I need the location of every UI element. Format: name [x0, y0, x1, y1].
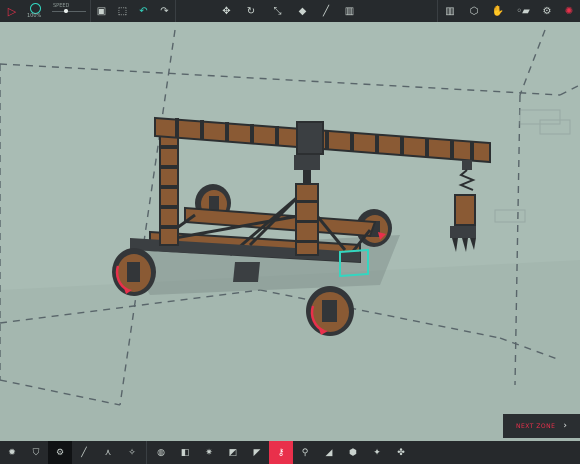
slider-knob[interactable] — [63, 9, 68, 13]
timescale-label: SPEED — [53, 3, 70, 9]
next-zone-label: NEXT ZONE — [515, 422, 556, 430]
simulation-speed-indicator[interactable]: 100% — [24, 0, 48, 22]
alert-icon[interactable]: ✺ — [558, 0, 580, 22]
next-zone-button[interactable]: NEXT ZONE › — [503, 414, 580, 438]
paint-icon[interactable]: ◆ — [290, 0, 315, 22]
timescale-slider[interactable]: SPEED — [48, 0, 90, 22]
play-icon[interactable]: ▷ — [0, 0, 24, 22]
slider-track — [52, 11, 86, 12]
load-icon[interactable]: ⬚ — [112, 0, 133, 22]
block-piston-icon[interactable]: ⚲ — [293, 441, 317, 464]
block-rail-icon[interactable]: ◤ — [245, 441, 269, 464]
gears-icon[interactable]: ⚙ — [48, 441, 72, 464]
block-grabber-icon[interactable]: ✤ — [389, 441, 413, 464]
pencil-icon[interactable]: ╱ — [72, 441, 96, 464]
undo-icon[interactable]: ↶ — [133, 0, 154, 22]
block-wheel-icon[interactable]: ◍ — [149, 441, 173, 464]
wheel[interactable] — [306, 286, 354, 336]
shield-icon[interactable]: ⛉ — [24, 441, 48, 464]
divider — [146, 441, 147, 464]
block-hinge-icon[interactable]: ⚷ — [269, 441, 293, 464]
flip-icon[interactable]: ⤡ — [265, 0, 290, 22]
block-cog-icon[interactable]: ✷ — [197, 441, 221, 464]
wheel[interactable] — [112, 248, 156, 296]
build-viewport[interactable] — [0, 0, 580, 464]
move-icon[interactable]: ✥ — [216, 0, 237, 22]
redo-icon[interactable]: ↷ — [154, 0, 175, 22]
gear-icon[interactable]: ⚙ — [536, 0, 558, 22]
rotate-icon[interactable]: ↻ — [237, 0, 265, 22]
cube-icon[interactable]: ⬡ — [462, 0, 486, 22]
hand-icon[interactable]: ✋ — [486, 0, 510, 22]
settings-icon[interactable]: ✹ — [0, 441, 24, 464]
simulation-speed-value: 100% — [27, 13, 42, 19]
toggle-icon[interactable]: ◦▰ — [510, 0, 536, 22]
block-cube-icon[interactable]: ⬢ — [341, 441, 365, 464]
tree-icon[interactable]: ⋏ — [96, 441, 120, 464]
bottom-toolbar: ✹ ⛉ ⚙ ╱ ⋏ ✧ ◍ ◧ ✷ ◩ ◤ ⚷ ⚲ ◢ ⬢ ✦ ✤ — [0, 441, 580, 464]
stats-icon[interactable]: ▥ — [438, 0, 462, 22]
star-icon[interactable]: ✧ — [120, 441, 144, 464]
block-steering-icon[interactable]: ◩ — [221, 441, 245, 464]
trash-icon[interactable]: ▥ — [337, 0, 362, 22]
block-spring-icon[interactable]: ◢ — [317, 441, 341, 464]
block-gear-icon[interactable]: ✦ — [365, 441, 389, 464]
save-icon[interactable]: ▣ — [91, 0, 112, 22]
top-toolbar: ▷ 100% SPEED ▣ ⬚ ↶ ↷ ✥ ↻ ⤡ ◆ ╱ ▥ ▥ ⬡ ✋ ◦… — [0, 0, 580, 22]
block-motor-icon[interactable]: ◧ — [173, 441, 197, 464]
wand-icon[interactable]: ╱ — [315, 0, 337, 22]
chevron-right-icon: › — [563, 421, 568, 431]
